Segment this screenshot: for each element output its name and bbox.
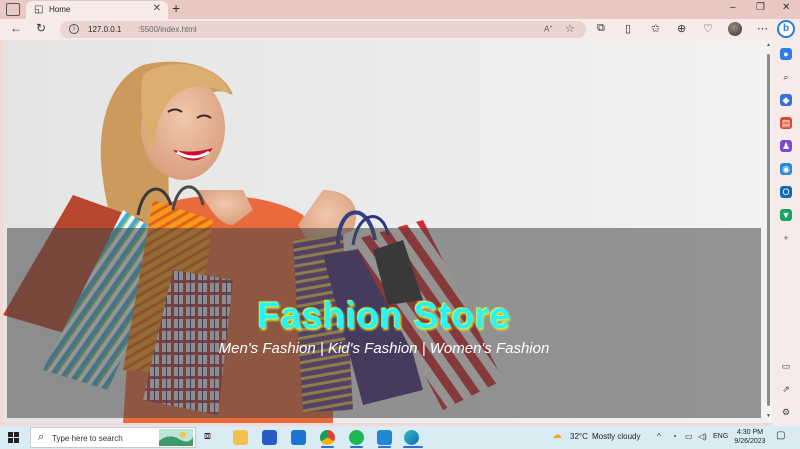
profile-avatar[interactable]	[728, 22, 742, 36]
search-highlight-image[interactable]	[159, 429, 193, 446]
games-icon[interactable]: ♟	[780, 140, 792, 152]
drop-icon[interactable]: ▼	[780, 209, 792, 221]
search-placeholder: Type here to search	[52, 434, 123, 443]
extensions-icon[interactable]: ⧉	[597, 22, 605, 35]
edge-icon[interactable]	[404, 430, 419, 445]
maximize-button[interactable]: ❐	[756, 2, 765, 13]
battery-icon[interactable]: ▭	[685, 432, 693, 441]
tab-home[interactable]: ◱ Home ✕	[26, 1, 168, 19]
new-tab-button[interactable]: +	[172, 0, 180, 16]
browser-essentials-icon[interactable]: ♡	[703, 22, 713, 35]
vscode-running-indicator	[378, 446, 391, 448]
refresh-icon[interactable]: ↻	[36, 21, 46, 35]
clock-time: 4:30 PM	[736, 429, 764, 436]
page-viewport: Fashion Store Men's Fashion | Kid's Fash…	[3, 40, 765, 423]
language-indicator[interactable]: ENG	[713, 433, 728, 440]
page-subtitle: Men's Fashion | Kid's Fashion | Women's …	[218, 340, 550, 357]
chrome-icon[interactable]	[320, 430, 335, 445]
notification-center-icon[interactable]: ▢	[776, 430, 785, 441]
chrome-running-indicator	[321, 446, 334, 448]
notifications-icon[interactable]: ●	[780, 48, 792, 60]
address-bar[interactable]: i 127.0.0.1 :5500/index.html A» ☆	[60, 21, 586, 38]
taskbar-clock[interactable]: 4:30 PM 9/26/2023	[728, 428, 772, 446]
page-title: Fashion Store	[257, 295, 511, 336]
search-icon[interactable]: ⌕	[780, 71, 792, 83]
network-icon[interactable]: ◔	[672, 432, 677, 441]
taskbar-search-box[interactable]: ⌕ Type here to search	[30, 427, 196, 448]
tab-close-icon[interactable]: ✕	[153, 3, 161, 14]
edge-sidebar: b ● ⌕ ◆ ▤ ♟ ◉ O ▼ + ▭ ⇗ ⚙	[772, 20, 800, 426]
weather-cloud-sun-icon[interactable]: ☁	[552, 430, 562, 441]
page-favicon-icon: ◱	[34, 4, 44, 15]
windows-start-icon[interactable]	[8, 432, 19, 443]
task-view-icon[interactable]: ⧈	[204, 430, 211, 443]
hide-sidebar-icon[interactable]: ▭	[780, 360, 792, 372]
weather-description[interactable]: Mostly cloudy	[592, 432, 640, 441]
tools-icon[interactable]: ▤	[780, 117, 792, 129]
windows-taskbar: ⌕ Type here to search ⧈ ☁ 32°C Mostly cl…	[0, 426, 800, 449]
microsoft-store-icon[interactable]	[262, 430, 277, 445]
file-explorer-icon[interactable]	[233, 430, 248, 445]
spotify-running-indicator	[350, 446, 363, 448]
site-info-icon[interactable]: i	[69, 24, 79, 34]
url-host: 127.0.0.1	[88, 25, 122, 34]
volume-icon[interactable]: ◁)	[698, 432, 707, 441]
microsoft-365-icon[interactable]: ◉	[780, 163, 792, 175]
external-link-icon[interactable]: ⇗	[780, 383, 792, 395]
spotify-icon[interactable]	[349, 430, 364, 445]
more-options-icon[interactable]: ⋯	[757, 22, 768, 35]
weather-temperature[interactable]: 32°C	[570, 432, 588, 441]
shopping-icon[interactable]: ◆	[780, 94, 792, 106]
scroll-thumb[interactable]	[767, 54, 770, 406]
search-icon: ⌕	[38, 431, 45, 443]
browser-tab-strip: ◱ Home ✕ + – ❐ ✕	[0, 0, 800, 19]
mail-icon[interactable]	[291, 430, 306, 445]
scroll-down-icon[interactable]: ▼	[766, 413, 771, 419]
workspaces-icon[interactable]	[6, 3, 20, 16]
collections-icon[interactable]: ⊕	[677, 22, 686, 35]
clock-date: 9/26/2023	[734, 438, 766, 445]
url-path: :5500/index.html	[138, 25, 197, 34]
favorite-star-icon[interactable]: ☆	[565, 22, 575, 35]
split-screen-icon[interactable]: ▯	[625, 22, 631, 35]
edge-active-indicator	[403, 446, 423, 448]
minimize-button[interactable]: –	[730, 2, 736, 13]
read-aloud-icon[interactable]: A»	[544, 24, 552, 34]
tab-title: Home	[49, 5, 71, 14]
page-scrollbar[interactable]: ▲ ▼	[765, 40, 772, 423]
back-arrow-icon[interactable]: ←	[10, 21, 22, 35]
close-window-button[interactable]: ✕	[782, 2, 790, 13]
browser-toolbar: ← ↻ i 127.0.0.1 :5500/index.html A» ☆ ⧉ …	[0, 19, 800, 40]
favorites-icon[interactable]: ✩	[651, 22, 660, 35]
show-hidden-icons-chevron-icon[interactable]: ^	[657, 432, 661, 441]
vscode-icon[interactable]	[377, 430, 392, 445]
add-sidebar-app-icon[interactable]: +	[780, 232, 792, 244]
sidebar-settings-icon[interactable]: ⚙	[780, 406, 792, 418]
bing-chat-icon[interactable]: b	[777, 20, 795, 38]
scroll-up-icon[interactable]: ▲	[766, 42, 771, 48]
outlook-icon[interactable]: O	[780, 186, 792, 198]
